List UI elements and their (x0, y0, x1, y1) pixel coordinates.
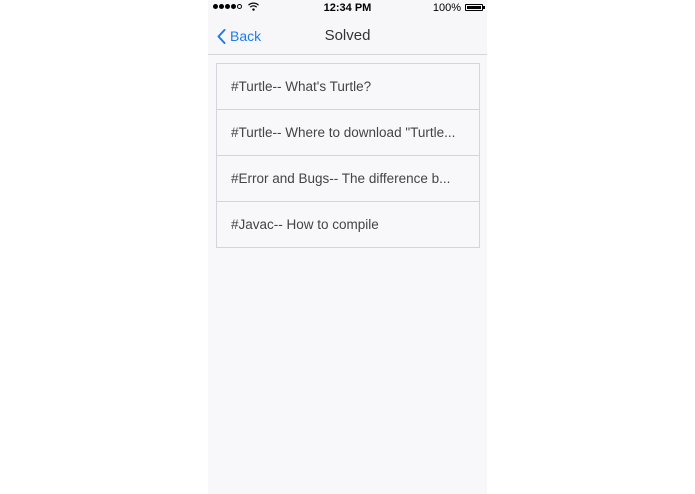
list-item-label: #Turtle-- Where to download "Turtle... (231, 125, 456, 140)
list-item[interactable]: #Javac-- How to compile (216, 201, 480, 248)
battery-icon (465, 4, 485, 11)
list-item-label: #Turtle-- What's Turtle? (231, 79, 372, 94)
list-item[interactable]: #Turtle-- Where to download "Turtle... (216, 109, 480, 156)
phone-screen: 12:34 PM 100% Back Solved #Turtle-- What… (208, 0, 487, 494)
list-item-label: #Error and Bugs-- The difference b... (231, 171, 451, 186)
status-bar: 12:34 PM 100% (208, 0, 487, 16)
navigation-bar: Back Solved (208, 16, 487, 55)
list-item-label: #Javac-- How to compile (231, 217, 379, 232)
solved-list: #Turtle-- What's Turtle? #Turtle-- Where… (216, 63, 480, 248)
page-title: Solved (324, 27, 371, 44)
list-item[interactable]: #Error and Bugs-- The difference b... (216, 155, 480, 202)
list-item[interactable]: #Turtle-- What's Turtle? (216, 63, 480, 110)
battery-percent: 100% (432, 2, 461, 14)
